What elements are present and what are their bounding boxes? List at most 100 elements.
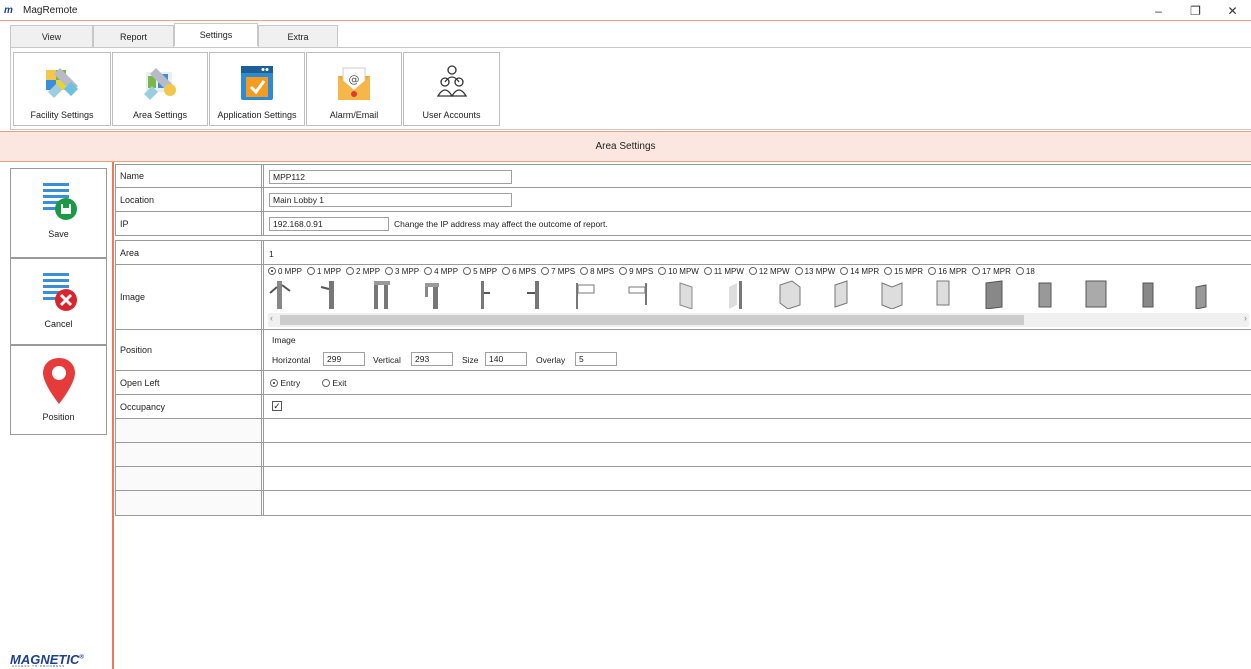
image-option[interactable]: 6 MPS bbox=[502, 267, 536, 276]
name-field[interactable] bbox=[269, 170, 512, 184]
size-field[interactable] bbox=[485, 352, 527, 366]
image-option-radio[interactable] bbox=[307, 267, 316, 275]
turnstile-5-icon[interactable] bbox=[523, 279, 547, 309]
scroll-left-icon[interactable]: ‹ bbox=[270, 313, 273, 323]
turnstile-13-icon[interactable] bbox=[931, 279, 955, 309]
position-button[interactable]: Position bbox=[10, 345, 107, 435]
image-option[interactable]: 10 MPW bbox=[658, 267, 699, 276]
turnstile-9-icon[interactable] bbox=[727, 279, 751, 309]
image-option-label: 9 MPS bbox=[629, 267, 654, 276]
user-accounts-button[interactable]: User Accounts bbox=[403, 52, 500, 126]
entry-radio[interactable] bbox=[270, 379, 278, 387]
image-option-label: 6 MPS bbox=[512, 267, 537, 276]
image-option[interactable]: 1 MPP bbox=[307, 267, 341, 276]
alarm-email-button[interactable]: @ Alarm/Email bbox=[306, 52, 402, 126]
image-option-radio[interactable] bbox=[268, 267, 276, 275]
image-option-radio[interactable] bbox=[794, 267, 803, 275]
image-option-radio[interactable] bbox=[619, 267, 628, 275]
tab-extra[interactable]: Extra bbox=[258, 25, 338, 47]
image-option[interactable]: 13 MPW bbox=[794, 267, 835, 276]
image-option-radio[interactable] bbox=[580, 267, 589, 275]
maximize-button[interactable]: ❐ bbox=[1177, 0, 1214, 21]
name-row: Name bbox=[115, 164, 1251, 188]
scroll-right-icon[interactable]: › bbox=[1244, 313, 1247, 323]
turnstile-10-icon[interactable] bbox=[778, 279, 802, 309]
tab-report[interactable]: Report bbox=[93, 25, 174, 47]
turnstile-16-icon[interactable] bbox=[1084, 279, 1108, 309]
image-option[interactable]: 8 MPS bbox=[580, 267, 614, 276]
image-option-radio[interactable] bbox=[884, 267, 893, 275]
image-option[interactable]: 3 MPP bbox=[385, 267, 419, 276]
turnstile-4-icon[interactable] bbox=[472, 279, 496, 309]
map-pin-icon bbox=[40, 356, 78, 408]
image-option[interactable]: 16 MPR bbox=[928, 267, 967, 276]
turnstile-17-icon[interactable] bbox=[1135, 279, 1159, 309]
area-settings-label: Area Settings bbox=[132, 110, 188, 120]
image-option-label: 15 MPR bbox=[894, 267, 924, 276]
close-button[interactable]: ✕ bbox=[1214, 0, 1251, 21]
scrollbar-thumb[interactable] bbox=[280, 315, 1024, 325]
turnstile-2-icon[interactable] bbox=[370, 279, 394, 309]
image-scrollbar[interactable]: ‹ › bbox=[268, 313, 1249, 327]
turnstile-1-icon[interactable] bbox=[319, 279, 343, 309]
image-option-radio[interactable] bbox=[541, 267, 550, 275]
image-option-radio[interactable] bbox=[928, 267, 937, 275]
exit-radio[interactable] bbox=[322, 379, 330, 387]
image-option[interactable]: 7 MPS bbox=[541, 267, 575, 276]
cancel-button[interactable]: Cancel bbox=[10, 258, 107, 345]
image-option-label: 18 bbox=[1025, 267, 1035, 276]
image-option-radio[interactable] bbox=[1015, 267, 1024, 275]
tab-view[interactable]: View bbox=[10, 25, 93, 47]
image-option[interactable]: 14 MPR bbox=[840, 267, 879, 276]
image-option[interactable]: 9 MPS bbox=[619, 267, 653, 276]
image-option-radio[interactable] bbox=[748, 267, 757, 275]
image-option-radio[interactable] bbox=[463, 267, 472, 275]
facility-settings-button[interactable]: Facility Settings bbox=[13, 52, 111, 126]
minimize-button[interactable]: – bbox=[1140, 0, 1177, 21]
turnstile-8-icon[interactable] bbox=[676, 279, 700, 309]
image-option[interactable]: 15 MPR bbox=[884, 267, 923, 276]
image-option-radio[interactable] bbox=[346, 267, 355, 275]
overlay-field[interactable] bbox=[575, 352, 617, 366]
image-option-radio[interactable] bbox=[385, 267, 394, 275]
turnstile-15-icon[interactable] bbox=[1033, 279, 1057, 309]
image-option-radio[interactable] bbox=[424, 267, 433, 275]
image-option-label: 14 MPR bbox=[850, 267, 880, 276]
image-option[interactable]: 18 bbox=[1015, 267, 1035, 276]
horizontal-field[interactable] bbox=[323, 352, 365, 366]
turnstile-18-icon[interactable] bbox=[1186, 279, 1210, 309]
save-button[interactable]: Save bbox=[10, 168, 107, 258]
turnstile-11-icon[interactable] bbox=[829, 279, 853, 309]
image-option-radio[interactable] bbox=[502, 267, 511, 275]
area-settings-button[interactable]: Area Settings bbox=[112, 52, 208, 126]
turnstile-7-icon[interactable] bbox=[625, 279, 649, 309]
entry-option[interactable]: Entry bbox=[270, 378, 300, 388]
occupancy-checkbox[interactable]: ✓ bbox=[272, 401, 282, 411]
image-option-radio[interactable] bbox=[840, 267, 849, 275]
tab-bar: View Report Settings Extra bbox=[10, 23, 338, 47]
image-option-radio[interactable] bbox=[658, 267, 667, 275]
image-option-radio[interactable] bbox=[971, 267, 980, 275]
turnstile-6-icon[interactable] bbox=[574, 279, 598, 309]
tab-settings[interactable]: Settings bbox=[174, 23, 258, 46]
image-option-radio[interactable] bbox=[703, 267, 712, 275]
image-option[interactable]: 0 MPP bbox=[268, 267, 302, 276]
turnstile-3-icon[interactable] bbox=[421, 279, 445, 309]
exit-option[interactable]: Exit bbox=[322, 378, 347, 388]
ip-field[interactable] bbox=[269, 217, 389, 231]
vertical-field[interactable] bbox=[411, 352, 453, 366]
occupancy-label: Occupancy bbox=[115, 395, 262, 418]
image-option[interactable]: 2 MPP bbox=[346, 267, 380, 276]
turnstile-12-icon[interactable] bbox=[880, 279, 904, 309]
empty-row bbox=[115, 419, 1251, 443]
image-option[interactable]: 11 MPW bbox=[703, 267, 744, 276]
image-option[interactable]: 12 MPW bbox=[748, 267, 790, 276]
turnstile-0-icon[interactable] bbox=[268, 279, 292, 309]
location-field[interactable] bbox=[269, 193, 512, 207]
turnstile-14-icon[interactable] bbox=[982, 279, 1006, 309]
application-settings-button[interactable]: Application Settings bbox=[209, 52, 305, 126]
user-accounts-label: User Accounts bbox=[422, 110, 481, 120]
image-option[interactable]: 4 MPP bbox=[424, 267, 458, 276]
image-option[interactable]: 17 MPR bbox=[971, 267, 1011, 276]
image-option[interactable]: 5 MPP bbox=[463, 267, 497, 276]
